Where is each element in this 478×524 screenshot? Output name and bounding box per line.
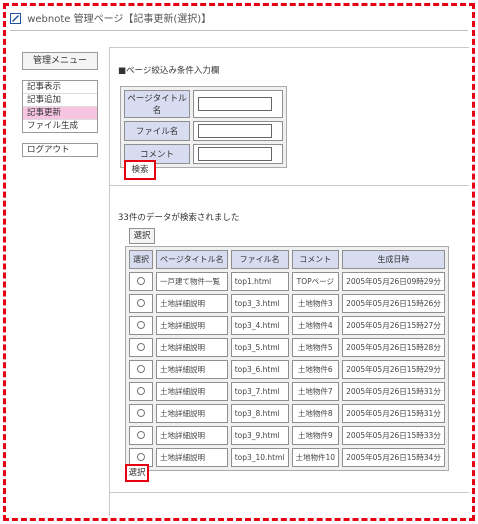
table-row: 一戸建て物件一覧 top1.html TOPページ 2005年05月26日09時29分 — [129, 272, 445, 291]
cell-title: 土地詳細説明 — [156, 338, 228, 357]
menu-header: 管理メニュー — [22, 52, 98, 70]
results-table: 選択 ページタイトル名 ファイル名 コメント 生成日時 一戸建て物件一覧 top1… — [125, 246, 449, 471]
cell-file: top3_4.html — [230, 316, 289, 335]
cell-comment: 土地物件9 — [291, 426, 340, 445]
section-divider — [110, 185, 469, 186]
menu-list: 記事表示 記事追加 記事更新 ファイル生成 — [22, 80, 98, 133]
results-body: 一戸建て物件一覧 top1.html TOPページ 2005年05月26日09時29分… — [129, 272, 445, 467]
menu-item-generate[interactable]: ファイル生成 — [23, 120, 97, 132]
title-input[interactable] — [198, 97, 272, 111]
row-select-cell — [129, 426, 153, 445]
sidebar: 管理メニュー 記事表示 記事追加 記事更新 ファイル生成 ログアウト — [22, 52, 98, 157]
cell-comment: 土地物件4 — [291, 316, 340, 335]
cell-date: 2005年05月26日15時29分 — [342, 360, 445, 379]
window-title-bar: webnote 管理ページ【記事更新(選択)】 — [10, 10, 468, 31]
table-row: 土地詳細説明 top3_3.html 土地物件3 2005年05月26日15時26分 — [129, 294, 445, 313]
cell-title: 土地詳細説明 — [156, 404, 228, 423]
cell-file: top3_7.html — [230, 382, 289, 401]
row-select-cell — [129, 338, 153, 357]
cell-file: top3_8.html — [230, 404, 289, 423]
col-header-title: ページタイトル名 — [156, 250, 228, 269]
cell-file: top1.html — [230, 272, 289, 291]
row-radio-button[interactable] — [137, 298, 145, 307]
row-radio-button[interactable] — [137, 320, 145, 329]
main-panel: ■ページ絞込み条件入力欄 ページタイトル名 ファイル名 コメント 検索 33件の… — [109, 47, 469, 516]
row-radio-button[interactable] — [137, 342, 145, 351]
cell-date: 2005年05月26日15時34分 — [342, 448, 445, 467]
row-radio-button[interactable] — [137, 430, 145, 439]
logout-link[interactable]: ログアウト — [22, 143, 98, 157]
row-radio-button[interactable] — [137, 408, 145, 417]
result-count-message: 33件のデータが検索されました — [118, 213, 240, 223]
cell-title: 土地詳細説明 — [156, 294, 228, 313]
table-row: 土地詳細説明 top3_10.html 土地物件10 2005年05月26日15時34… — [129, 448, 445, 467]
cell-comment: 土地物件7 — [291, 382, 340, 401]
cell-date: 2005年05月26日15時28分 — [342, 338, 445, 357]
row-select-cell — [129, 360, 153, 379]
filter-section-label: ■ページ絞込み条件入力欄 — [118, 66, 220, 76]
cell-title: 一戸建て物件一覧 — [156, 272, 228, 291]
cell-date: 2005年05月26日15時27分 — [342, 316, 445, 335]
row-select-cell — [129, 382, 153, 401]
row-radio-button[interactable] — [137, 364, 145, 373]
cell-file: top3_10.html — [230, 448, 289, 467]
cell-title: 土地詳細説明 — [156, 316, 228, 335]
cell-comment: 土地物件8 — [291, 404, 340, 423]
cell-title: 土地詳細説明 — [156, 360, 228, 379]
cell-file: top3_9.html — [230, 426, 289, 445]
cell-title: 土地詳細説明 — [156, 448, 228, 467]
row-select-cell — [129, 294, 153, 313]
select-button-top[interactable]: 選択 — [129, 228, 155, 244]
app-name: webnote — [27, 14, 71, 25]
row-select-cell — [129, 272, 153, 291]
filter-form: ページタイトル名 ファイル名 コメント — [120, 86, 287, 168]
table-row: 土地詳細説明 top3_8.html 土地物件8 2005年05月26日15時31分 — [129, 404, 445, 423]
table-row: 土地詳細説明 top3_9.html 土地物件9 2005年05月26日15時33分 — [129, 426, 445, 445]
comment-input[interactable] — [198, 147, 272, 161]
filter-label-title: ページタイトル名 — [124, 90, 190, 118]
cell-title: 土地詳細説明 — [156, 382, 228, 401]
cell-comment: 土地物件5 — [291, 338, 340, 357]
cell-comment: 土地物件3 — [291, 294, 340, 313]
row-select-cell — [129, 316, 153, 335]
cell-date: 2005年05月26日15時31分 — [342, 382, 445, 401]
cell-file: top3_6.html — [230, 360, 289, 379]
cell-comment: 土地物件6 — [291, 360, 340, 379]
row-select-cell — [129, 404, 153, 423]
results-header-row: 選択 ページタイトル名 ファイル名 コメント 生成日時 — [129, 250, 445, 269]
col-header-select: 選択 — [129, 250, 153, 269]
cell-date: 2005年05月26日15時31分 — [342, 404, 445, 423]
cell-date: 2005年05月26日15時33分 — [342, 426, 445, 445]
page-title: 管理ページ【記事更新(選択)】 — [73, 14, 212, 25]
cell-comment: TOPページ — [291, 272, 340, 291]
table-row: 土地詳細説明 top3_4.html 土地物件4 2005年05月26日15時27分 — [129, 316, 445, 335]
main-top-divider — [110, 47, 469, 48]
filename-input[interactable] — [198, 124, 272, 138]
col-header-comment: コメント — [291, 250, 340, 269]
cell-comment: 土地物件10 — [291, 448, 340, 467]
row-radio-button[interactable] — [137, 386, 145, 395]
filter-label-file: ファイル名 — [124, 121, 190, 141]
row-radio-button[interactable] — [137, 452, 145, 461]
menu-item-view[interactable]: 記事表示 — [23, 81, 97, 94]
col-header-file: ファイル名 — [230, 250, 289, 269]
main-bottom-divider — [110, 492, 469, 493]
cell-file: top3_5.html — [230, 338, 289, 357]
menu-item-update[interactable]: 記事更新 — [23, 107, 97, 120]
table-row: 土地詳細説明 top3_7.html 土地物件7 2005年05月26日15時31分 — [129, 382, 445, 401]
search-button[interactable]: 検索 — [124, 160, 156, 180]
table-row: 土地詳細説明 top3_6.html 土地物件6 2005年05月26日15時29分 — [129, 360, 445, 379]
row-radio-button[interactable] — [137, 276, 145, 285]
cell-date: 2005年05月26日15時26分 — [342, 294, 445, 313]
webnote-logo-icon — [10, 13, 21, 24]
cell-file: top3_3.html — [230, 294, 289, 313]
menu-item-add[interactable]: 記事追加 — [23, 94, 97, 107]
cell-date: 2005年05月26日09時29分 — [342, 272, 445, 291]
table-row: 土地詳細説明 top3_5.html 土地物件5 2005年05月26日15時28分 — [129, 338, 445, 357]
col-header-date: 生成日時 — [342, 250, 445, 269]
select-button-bottom[interactable]: 選択 — [125, 464, 149, 482]
cell-title: 土地詳細説明 — [156, 426, 228, 445]
